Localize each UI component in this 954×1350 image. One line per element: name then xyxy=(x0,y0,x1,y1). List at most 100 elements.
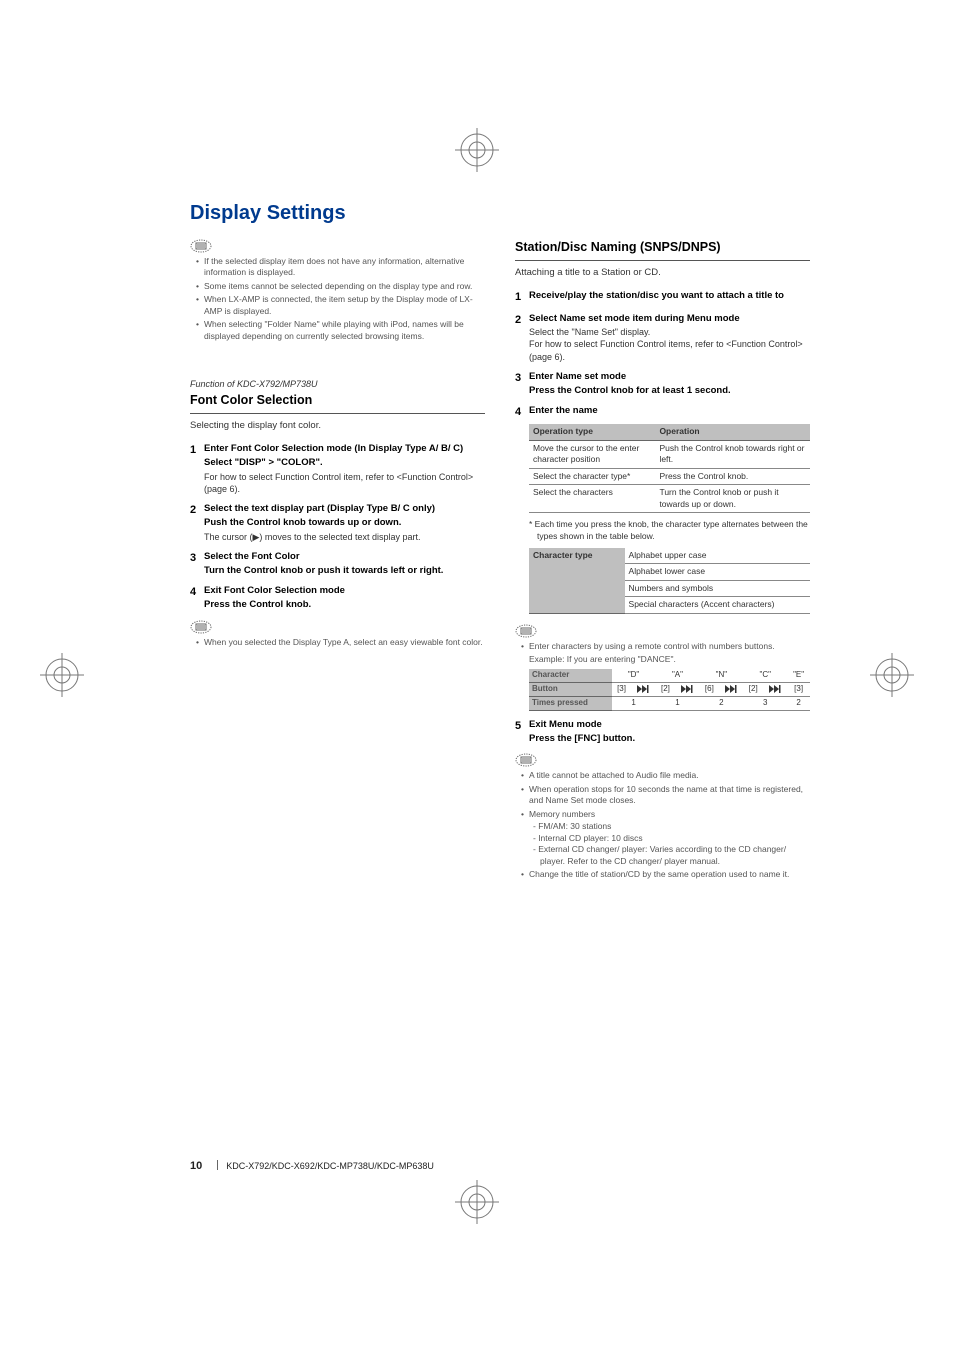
step-title: Enter Font Color Selection mode (In Disp… xyxy=(204,443,485,456)
sub-item: - FM/AM: 30 stations xyxy=(533,821,810,832)
divider xyxy=(515,260,810,261)
note-item: Some items cannot be selected depending … xyxy=(196,281,485,292)
note-item: When selecting "Folder Name" while playi… xyxy=(196,319,485,342)
step: 1 Receive/play the station/disc you want… xyxy=(515,290,810,305)
step-action: Press the [FNC] button. xyxy=(529,733,810,746)
table-cell: "A" xyxy=(656,669,700,682)
table-cell: Push the Control knob towards right or l… xyxy=(655,440,810,468)
step-desc: For how to select Function Control item,… xyxy=(204,471,485,495)
note-item: Change the title of station/CD by the sa… xyxy=(521,869,810,880)
table-cell: Numbers and symbols xyxy=(625,580,810,596)
step-title: Exit Font Color Selection mode xyxy=(204,585,485,598)
topic-lead: Selecting the display font color. xyxy=(190,420,485,433)
step-desc: Select the "Name Set" display. For how t… xyxy=(529,326,810,362)
intro-notes: If the selected display item does not ha… xyxy=(190,256,485,342)
topic-title: Font Color Selection xyxy=(190,392,485,409)
table-cell: "C" xyxy=(743,669,787,682)
step: 4 Exit Font Color Selection mode Press t… xyxy=(190,585,485,612)
table-cell: 1 xyxy=(656,696,700,710)
note-item: When operation stops for 10 seconds the … xyxy=(521,784,810,807)
step-title: Select Name set mode item during Menu mo… xyxy=(529,313,810,326)
step-title: Select the Font Color xyxy=(204,551,485,564)
step: 2 Select Name set mode item during Menu … xyxy=(515,313,810,363)
note-icon xyxy=(515,624,533,638)
registration-mark-bottom xyxy=(455,1180,499,1224)
table-cell: "E" xyxy=(787,669,810,682)
section-title: Display Settings xyxy=(190,202,810,225)
step-title: Enter Name set mode xyxy=(529,371,810,384)
table-header: Character xyxy=(529,669,612,682)
table-cell: Select the characters xyxy=(529,485,655,513)
step-action: Press the Control knob. xyxy=(204,599,485,612)
table-header: Times pressed xyxy=(529,696,612,710)
step: 3 Select the Font Color Turn the Control… xyxy=(190,551,485,578)
note-icon xyxy=(515,753,533,767)
note-icon xyxy=(190,239,208,253)
skip-icon xyxy=(763,682,787,696)
note-item: A title cannot be attached to Audio file… xyxy=(521,770,810,781)
step-action: Turn the Control knob or push it towards… xyxy=(204,565,485,578)
registration-mark-right xyxy=(870,653,914,697)
divider xyxy=(190,413,485,414)
table-cell: Turn the Control knob or push it towards… xyxy=(655,485,810,513)
step: 2 Select the text display part (Display … xyxy=(190,503,485,543)
left-column: If the selected display item does not ha… xyxy=(190,239,485,883)
sub-item: - External CD changer/ player: Varies ac… xyxy=(533,844,810,867)
note-text: Enter characters by using a remote contr… xyxy=(529,641,775,651)
table-cell: Alphabet upper case xyxy=(625,548,810,564)
step-title: Select the text display part (Display Ty… xyxy=(204,503,485,516)
table-cell: [3] xyxy=(612,682,632,696)
footer-divider xyxy=(217,1160,218,1170)
step-number: 1 xyxy=(515,290,529,305)
topic-title: Station/Disc Naming (SNPS/DNPS) xyxy=(515,239,810,256)
operation-table: Operation type Operation Move the cursor… xyxy=(529,424,810,513)
table-cell: [2] xyxy=(743,682,763,696)
table-cell: Move the cursor to the enter character p… xyxy=(529,440,655,468)
table-header: Character type xyxy=(529,548,625,613)
function-of-label: Function of KDC-X792/MP738U xyxy=(190,378,485,390)
skip-icon xyxy=(675,682,699,696)
table-cell: Press the Control knob. xyxy=(655,468,810,484)
step-title: Receive/play the station/disc you want t… xyxy=(529,290,810,303)
step-number: 1 xyxy=(190,443,204,495)
step-desc: The cursor (▶) moves to the selected tex… xyxy=(204,531,485,543)
table-header: Operation xyxy=(655,424,810,440)
step-title: Enter the name xyxy=(529,405,810,418)
table-cell: 2 xyxy=(787,696,810,710)
step: 3 Enter Name set mode Press the Control … xyxy=(515,371,810,398)
table-cell: 2 xyxy=(699,696,743,710)
footnote: * Each time you press the knob, the char… xyxy=(529,519,810,542)
table-cell: Alphabet lower case xyxy=(625,564,810,580)
page-footer: 10 KDC-X792/KDC-X692/KDC-MP738U/KDC-MP63… xyxy=(190,1160,434,1172)
step-number: 3 xyxy=(515,371,529,398)
table-cell: [6] xyxy=(699,682,719,696)
table-cell: Special characters (Accent characters) xyxy=(625,597,810,613)
note-item: Enter characters by using a remote contr… xyxy=(521,641,810,711)
step-action: Press the Control knob for at least 1 se… xyxy=(529,385,810,398)
table-cell: 3 xyxy=(743,696,787,710)
registration-mark-top xyxy=(455,128,499,172)
step-number: 2 xyxy=(190,503,204,543)
step: 1 Enter Font Color Selection mode (In Di… xyxy=(190,443,485,495)
step: 5 Exit Menu mode Press the [FNC] button. xyxy=(515,719,810,746)
step-action: Select "DISP" > "COLOR". xyxy=(204,457,485,470)
note-item: When you selected the Display Type A, se… xyxy=(196,637,485,648)
table-cell: "N" xyxy=(699,669,743,682)
example-table: Character "D" "A" "N" "C" "E" Button [3] xyxy=(529,669,810,711)
topic-lead: Attaching a title to a Station or CD. xyxy=(515,267,810,280)
note-item: When LX-AMP is connected, the item setup… xyxy=(196,294,485,317)
step-number: 2 xyxy=(515,313,529,363)
right-column: Station/Disc Naming (SNPS/DNPS) Attachin… xyxy=(515,239,810,883)
footer-models: KDC-X792/KDC-X692/KDC-MP738U/KDC-MP638U xyxy=(226,1161,434,1171)
skip-icon xyxy=(719,682,743,696)
table-cell: "D" xyxy=(612,669,656,682)
step-action: Push the Control knob towards up or down… xyxy=(204,517,485,530)
step-title: Exit Menu mode xyxy=(529,719,810,732)
note-text: Memory numbers xyxy=(529,809,595,819)
character-type-table: Character type Alphabet upper case Alpha… xyxy=(529,548,810,614)
table-cell: [3] xyxy=(787,682,810,696)
sub-item: - Internal CD player: 10 discs xyxy=(533,833,810,844)
table-cell: 1 xyxy=(612,696,656,710)
registration-mark-left xyxy=(40,653,84,697)
step-number: 3 xyxy=(190,551,204,578)
